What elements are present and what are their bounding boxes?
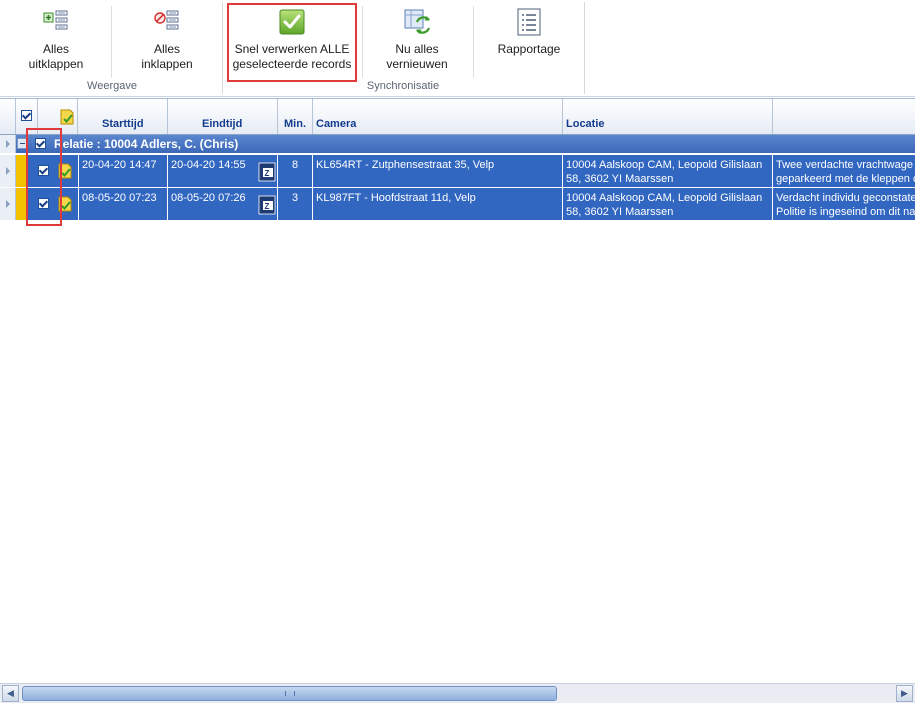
expand-all-label: Alles uitklappen <box>28 42 84 71</box>
svg-text:Z: Z <box>265 202 270 211</box>
cell-camera: KL987FT - Hoofdstraat 11d, Velp <box>313 188 563 220</box>
row-indicator <box>0 188 16 220</box>
ribbon-separator <box>111 6 112 78</box>
group-row[interactable]: Relatie : 10004 Adlers, C. (Chris) <box>0 135 915 153</box>
header-locatie[interactable]: Locatie <box>563 99 773 134</box>
group-separator <box>222 2 223 94</box>
header-camera[interactable]: Camera <box>313 99 563 134</box>
cell-min: 8 <box>278 155 313 187</box>
row-status-indicator <box>16 155 27 187</box>
cell-locatie-line2: 58, 3602 YI Maarssen <box>566 173 674 185</box>
refresh-all-button[interactable]: Nu alles vernieuwen <box>372 6 462 78</box>
cell-description-line2: geparkeerd met de kleppen o <box>776 173 915 185</box>
cell-description: Twee verdachte vrachtwage geparkeerd met… <box>773 155 915 187</box>
cell-camera: KL654RT - Zutphensestraat 35, Velp <box>313 155 563 187</box>
export-document-icon[interactable]: Z <box>258 195 276 215</box>
header-select-all[interactable] <box>16 99 38 134</box>
collapse-all-button[interactable]: Alles inklappen <box>124 6 210 78</box>
report-label: Rapportage <box>497 42 561 56</box>
header-min[interactable]: Min. <box>278 99 313 134</box>
header-camera-label: Camera <box>316 118 357 130</box>
report-button[interactable]: Rapportage <box>484 6 574 78</box>
refresh-icon <box>403 8 431 36</box>
process-all-selected-button[interactable]: Snel verwerken ALLE geselecteerde record… <box>230 6 354 78</box>
checkmark-icon <box>278 8 306 36</box>
cell-locatie-line2: 58, 3602 YI Maarssen <box>566 206 674 218</box>
svg-text:Z: Z <box>265 169 270 178</box>
cell-starttijd: 08-05-20 07:23 <box>78 188 168 220</box>
header-min-label: Min. <box>284 118 306 130</box>
group-label-sync: Synchronisatie <box>366 80 440 92</box>
table-row[interactable]: 08-05-20 07:23 08-05-20 07:26 Z 3 KL987F… <box>0 188 915 220</box>
header-starttijd-label: Starttijd <box>102 118 144 130</box>
cell-locatie-line1: 10004 Aalskoop CAM, Leopold Gilislaan <box>566 159 763 171</box>
expand-all-button[interactable]: Alles uitklappen <box>14 6 98 78</box>
header-row-indicator <box>0 99 16 134</box>
header-starttijd[interactable]: Starttijd <box>78 99 168 134</box>
header-description[interactable] <box>773 99 915 134</box>
cell-description-line1: Twee verdachte vrachtwage <box>776 159 913 171</box>
table-row[interactable]: 20-04-20 14:47 20-04-20 14:55 Z 8 KL654R… <box>0 155 915 187</box>
header-note-column[interactable] <box>38 99 78 134</box>
row-checkbox[interactable] <box>38 165 49 176</box>
cell-locatie: 10004 Aalskoop CAM, Leopold Gilislaan 58… <box>563 188 773 220</box>
row-indicator <box>0 155 16 187</box>
cell-min: 3 <box>278 188 313 220</box>
scroll-grip-icon <box>285 691 295 696</box>
row-status-indicator <box>16 188 27 220</box>
header-locatie-label: Locatie <box>566 118 605 130</box>
expand-all-icon <box>42 8 70 36</box>
note-check-icon <box>59 109 75 125</box>
export-document-icon[interactable]: Z <box>258 162 276 182</box>
ribbon-toolbar: Alles uitklappen Alles inklappen Weergav… <box>0 0 915 97</box>
ribbon-separator <box>473 6 474 78</box>
cell-locatie-line1: 10004 Aalskoop CAM, Leopold Gilislaan <box>566 192 763 204</box>
scroll-left-arrow-icon[interactable]: ◀ <box>2 685 19 702</box>
row-checkbox[interactable] <box>38 198 49 209</box>
scroll-right-arrow-icon[interactable]: ▶ <box>896 685 913 702</box>
report-icon <box>515 8 543 36</box>
ribbon-separator <box>362 6 363 78</box>
group-label-view: Weergave <box>87 80 137 92</box>
group-label: Relatie : 10004 Adlers, C. (Chris) <box>54 137 239 151</box>
horizontal-scrollbar[interactable]: ◀ ▶ <box>0 683 915 703</box>
row-indicator <box>0 135 16 153</box>
grid-header: Starttijd Eindtijd Min. Camera Locatie <box>0 99 915 135</box>
cell-description: Verdacht individu geconstate Politie is … <box>773 188 915 220</box>
process-all-selected-label: Snel verwerken ALLE geselecteerde record… <box>232 42 352 71</box>
header-eindtijd-label: Eindtijd <box>202 118 243 130</box>
note-check-icon[interactable] <box>57 163 73 179</box>
group-checkbox[interactable] <box>35 138 46 149</box>
collapse-group-toggle[interactable] <box>17 138 28 149</box>
cell-description-line1: Verdacht individu geconstate <box>776 192 915 204</box>
header-eindtijd[interactable]: Eindtijd <box>168 99 278 134</box>
refresh-all-label: Nu alles vernieuwen <box>386 42 448 71</box>
records-grid: Starttijd Eindtijd Min. Camera Locatie R… <box>0 98 915 684</box>
cell-eindtijd-value: 20-04-20 14:55 <box>171 159 246 171</box>
scroll-thumb[interactable] <box>22 686 557 701</box>
cell-eindtijd-value: 08-05-20 07:26 <box>171 192 246 204</box>
collapse-all-label: Alles inklappen <box>141 42 193 71</box>
group-separator <box>584 2 585 94</box>
cell-description-line2: Politie is ingeseind om dit nad <box>776 206 915 218</box>
cell-starttijd: 20-04-20 14:47 <box>78 155 168 187</box>
select-all-checkbox[interactable] <box>21 110 32 121</box>
collapse-all-icon <box>153 8 181 36</box>
cell-locatie: 10004 Aalskoop CAM, Leopold Gilislaan 58… <box>563 155 773 187</box>
note-check-icon[interactable] <box>57 196 73 212</box>
